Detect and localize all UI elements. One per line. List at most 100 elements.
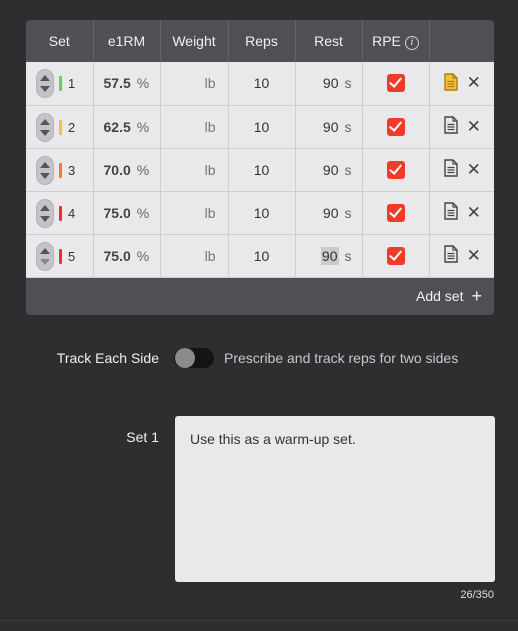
header-weight: Weight bbox=[160, 20, 229, 62]
sets-table: Set e1RM Weight Reps Rest RPE i 1 57.5% lb 1… bbox=[26, 20, 494, 278]
arrow-up-icon[interactable] bbox=[40, 161, 50, 168]
intensity-bar bbox=[59, 248, 62, 264]
actions-cell: ✕ bbox=[429, 191, 494, 235]
table-row: 1 57.5% lb 10 90 s ✕ bbox=[26, 62, 494, 106]
track-each-side-label: Track Each Side bbox=[56, 350, 159, 366]
rest-value: 90 bbox=[322, 204, 339, 221]
note-icon[interactable] bbox=[443, 245, 459, 266]
rpe-checkbox[interactable] bbox=[386, 160, 405, 179]
weight-cell[interactable]: lb bbox=[160, 105, 229, 149]
weight-unit: lb bbox=[204, 75, 216, 92]
weight-unit: lb bbox=[204, 118, 216, 135]
arrow-down-icon[interactable] bbox=[40, 215, 50, 222]
e1rm-cell[interactable]: 75.0% bbox=[93, 191, 161, 235]
rest-value: 90 bbox=[322, 161, 339, 178]
plus-icon: + bbox=[471, 285, 482, 306]
reps-value: 10 bbox=[253, 118, 270, 135]
arrow-up-icon[interactable] bbox=[40, 75, 50, 81]
add-set-button[interactable]: Add set + bbox=[26, 277, 494, 315]
rpe-cell bbox=[362, 234, 430, 278]
set-cell: 3 bbox=[26, 148, 94, 192]
header-rest: Rest bbox=[295, 20, 363, 62]
set-cell: 5 bbox=[26, 234, 94, 278]
note-icon[interactable] bbox=[443, 202, 459, 223]
reps-cell[interactable]: 10 bbox=[228, 62, 296, 106]
rest-cell[interactable]: 90 s bbox=[295, 234, 363, 278]
rest-unit: s bbox=[344, 75, 352, 92]
add-set-label: Add set bbox=[416, 287, 464, 304]
rpe-cell bbox=[362, 62, 430, 106]
e1rm-unit: % bbox=[136, 204, 150, 221]
close-icon[interactable]: ✕ bbox=[467, 203, 481, 223]
arrow-up-icon[interactable] bbox=[40, 118, 50, 125]
actions-cell: ✕ bbox=[429, 148, 494, 192]
reps-cell[interactable]: 10 bbox=[228, 234, 296, 278]
actions-cell: ✕ bbox=[429, 62, 494, 106]
close-icon[interactable]: ✕ bbox=[467, 246, 481, 266]
reorder-stepper[interactable] bbox=[36, 112, 54, 142]
header-rpe: RPE bbox=[372, 32, 401, 49]
weight-unit: lb bbox=[204, 247, 216, 264]
e1rm-value: 75.0 bbox=[103, 204, 131, 221]
note-icon[interactable] bbox=[443, 159, 459, 180]
reps-cell[interactable]: 10 bbox=[228, 105, 296, 149]
e1rm-cell[interactable]: 75.0% bbox=[93, 234, 161, 278]
intensity-bar bbox=[59, 76, 62, 91]
arrow-down-icon[interactable] bbox=[40, 86, 50, 92]
e1rm-value: 62.5 bbox=[103, 118, 131, 135]
arrow-down-icon[interactable] bbox=[40, 172, 50, 179]
rest-cell[interactable]: 90 s bbox=[295, 62, 363, 106]
table-row: 2 62.5% lb 10 90 s ✕ bbox=[26, 105, 494, 149]
weight-unit: lb bbox=[204, 161, 216, 178]
reps-value: 10 bbox=[253, 75, 270, 92]
close-icon[interactable]: ✕ bbox=[467, 117, 481, 137]
rpe-checkbox[interactable] bbox=[386, 117, 405, 136]
set-number: 4 bbox=[68, 205, 76, 221]
weight-cell[interactable]: lb bbox=[160, 191, 229, 235]
rpe-checkbox[interactable] bbox=[386, 74, 405, 93]
rest-cell[interactable]: 90 s bbox=[295, 105, 363, 149]
arrow-down-icon[interactable] bbox=[40, 258, 50, 265]
rest-cell[interactable]: 90 s bbox=[295, 191, 363, 235]
reorder-stepper[interactable] bbox=[36, 241, 54, 271]
reorder-stepper[interactable] bbox=[36, 198, 54, 228]
set-number: 5 bbox=[68, 248, 76, 264]
track-each-side-row: Track Each Side Prescribe and track reps… bbox=[0, 348, 518, 368]
e1rm-cell[interactable]: 70.0% bbox=[93, 148, 161, 192]
e1rm-cell[interactable]: 57.5% bbox=[93, 62, 161, 106]
info-icon[interactable]: i bbox=[404, 35, 419, 50]
note-icon[interactable] bbox=[443, 73, 459, 94]
e1rm-cell[interactable]: 62.5% bbox=[93, 105, 161, 149]
e1rm-unit: % bbox=[136, 247, 150, 264]
intensity-bar bbox=[59, 119, 62, 135]
rest-cell[interactable]: 90 s bbox=[295, 148, 363, 192]
arrow-up-icon[interactable] bbox=[40, 204, 50, 211]
weight-cell[interactable]: lb bbox=[160, 148, 229, 192]
rpe-checkbox[interactable] bbox=[386, 246, 405, 265]
actions-cell: ✕ bbox=[429, 234, 494, 278]
reorder-stepper[interactable] bbox=[36, 69, 54, 98]
reps-cell[interactable]: 10 bbox=[228, 191, 296, 235]
close-icon[interactable]: ✕ bbox=[467, 160, 481, 180]
note-icon[interactable] bbox=[443, 116, 459, 137]
set-note-label: Set 1 bbox=[126, 429, 159, 445]
close-icon[interactable]: ✕ bbox=[467, 73, 481, 93]
set-number: 1 bbox=[68, 76, 76, 91]
weight-cell[interactable]: lb bbox=[160, 62, 229, 106]
actions-cell: ✕ bbox=[429, 105, 494, 149]
weight-cell[interactable]: lb bbox=[160, 234, 229, 278]
set-note-textarea[interactable]: Use this as a warm-up set. bbox=[175, 416, 495, 582]
toggle-knob bbox=[175, 348, 195, 368]
table-row: 4 75.0% lb 10 90 s ✕ bbox=[26, 191, 494, 235]
reorder-stepper[interactable] bbox=[36, 155, 54, 185]
e1rm-value: 75.0 bbox=[103, 247, 131, 264]
reps-value: 10 bbox=[253, 247, 270, 264]
rpe-cell bbox=[362, 191, 430, 235]
track-each-side-toggle[interactable] bbox=[174, 348, 214, 368]
set-cell: 1 bbox=[26, 62, 94, 106]
arrow-down-icon[interactable] bbox=[40, 129, 50, 136]
rpe-checkbox[interactable] bbox=[386, 203, 405, 222]
reps-cell[interactable]: 10 bbox=[228, 148, 296, 192]
arrow-up-icon[interactable] bbox=[40, 247, 50, 254]
header-rpe-cell: RPE i bbox=[362, 20, 430, 62]
